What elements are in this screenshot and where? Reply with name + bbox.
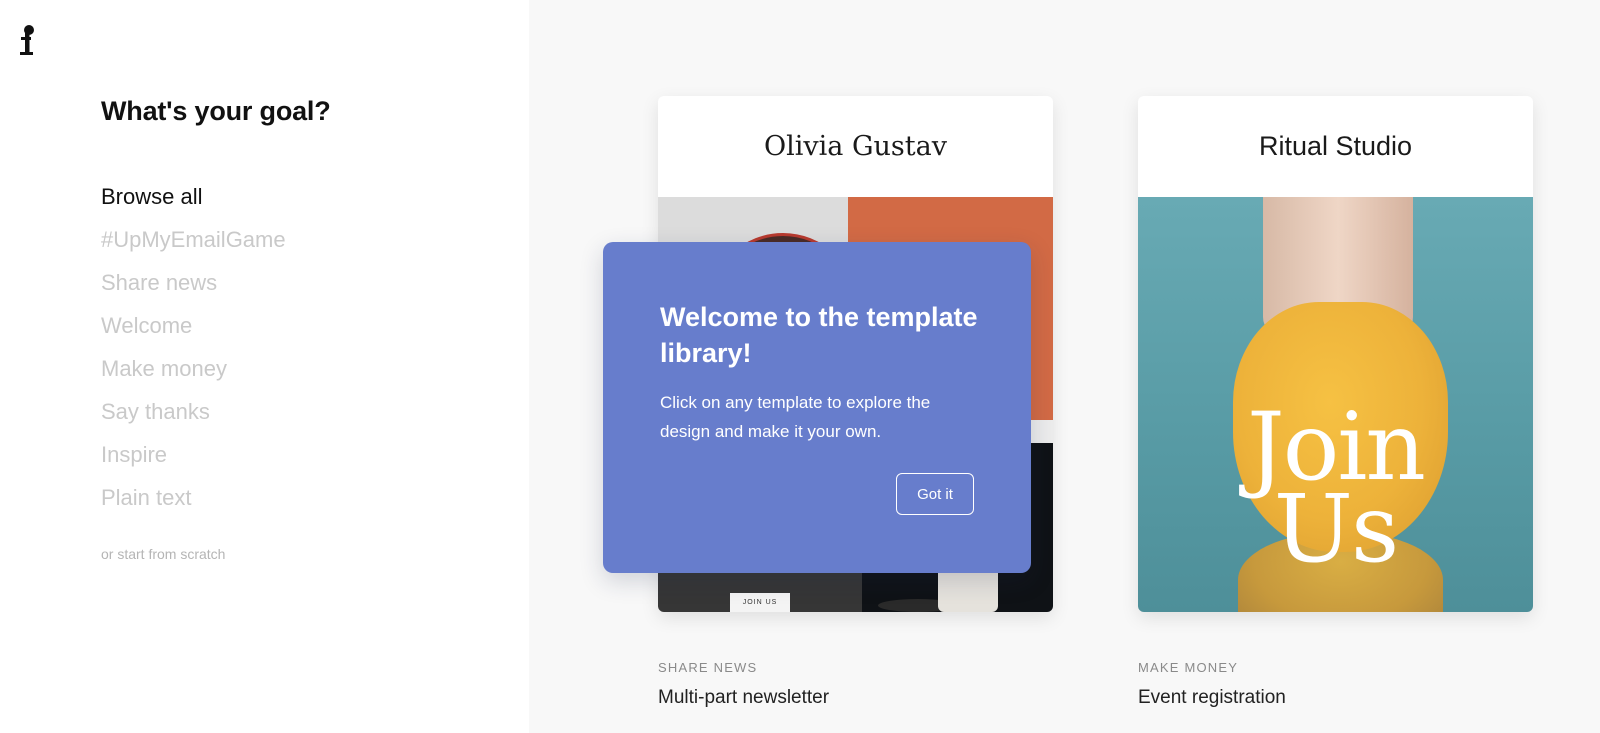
popover-body: Click on any template to explore the des…: [660, 393, 931, 441]
goal-item-plain-text[interactable]: Plain text: [101, 481, 286, 524]
welcome-popover: Welcome to the template library! Click o…: [603, 242, 1031, 573]
goal-item-browse-all[interactable]: Browse all: [101, 180, 286, 223]
template-meta-newsletter: SHARE NEWS Multi-part newsletter: [658, 660, 829, 709]
template-preview-image: Join Us: [1138, 197, 1533, 612]
join-us-mini-button: JOIN US: [730, 593, 790, 612]
template-meta-event-registration: MAKE MONEY Event registration: [1138, 660, 1286, 709]
goal-item-inspire[interactable]: Inspire: [101, 438, 286, 481]
goal-item-share-news[interactable]: Share news: [101, 266, 286, 309]
start-from-scratch-link[interactable]: or start from scratch: [101, 546, 225, 562]
goal-filter-list: Browse all #UpMyEmailGame Share news Wel…: [101, 180, 286, 524]
goal-item-say-thanks[interactable]: Say thanks: [101, 395, 286, 438]
template-header: Ritual Studio: [1258, 131, 1413, 161]
got-it-button[interactable]: Got it: [896, 473, 974, 515]
us-headline: Us: [1273, 475, 1399, 584]
template-header: Olivia Gustav: [764, 131, 947, 162]
goal-sidebar: What's your goal? Browse all #UpMyEmailG…: [0, 0, 529, 733]
goal-item-welcome[interactable]: Welcome: [101, 309, 286, 352]
template-category: SHARE NEWS: [658, 660, 758, 675]
goal-item-upmyemailgame[interactable]: #UpMyEmailGame: [101, 223, 286, 266]
template-title[interactable]: Event registration: [1138, 687, 1286, 709]
page-title: What's your goal?: [101, 96, 331, 126]
template-title[interactable]: Multi-part newsletter: [658, 687, 829, 709]
template-card-event-registration[interactable]: Ritual Studio Join Us: [1138, 96, 1533, 612]
brand-logo-icon[interactable]: [18, 24, 36, 58]
goal-item-make-money[interactable]: Make money: [101, 352, 286, 395]
popover-title: Welcome to the template library!: [660, 302, 978, 368]
template-category: MAKE MONEY: [1138, 660, 1239, 675]
